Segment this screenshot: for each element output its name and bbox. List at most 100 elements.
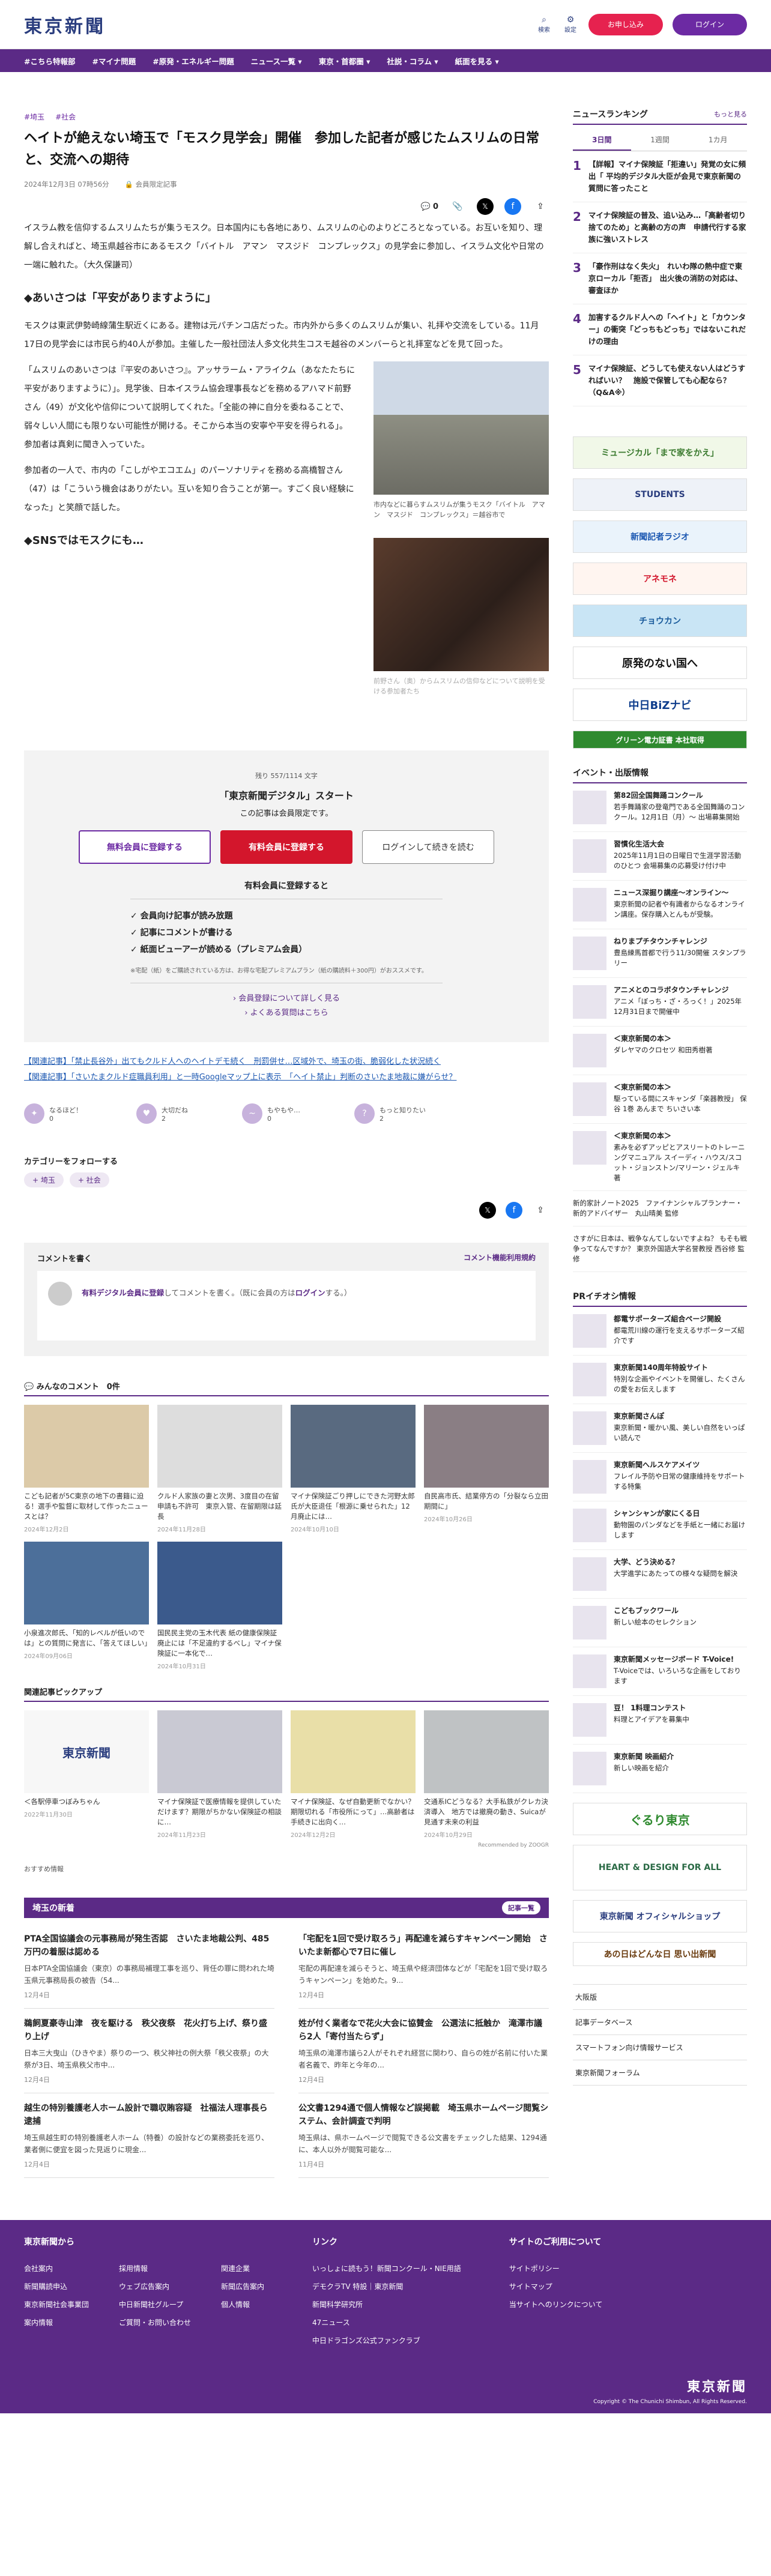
news-item[interactable]: 公文書1294通で個人情報など誤掲載 埼玉県ホームページ閲覧システム、会計調査で… xyxy=(298,2093,549,2178)
register-link[interactable]: 有料デジタル会員に登録 xyxy=(82,1288,164,1297)
paid-register-button[interactable]: 有料会員に登録する xyxy=(220,830,352,864)
footer-link[interactable]: 案内情報 xyxy=(24,2314,89,2332)
event-item[interactable]: ニュース深掘り講座～オンライン～ 東京新聞の記者や有識者からなるオンライン講座。保… xyxy=(573,881,747,929)
nav-item[interactable]: #マイナ問題 xyxy=(92,55,136,67)
side-link[interactable]: 大阪版 xyxy=(573,1985,747,2010)
news-item[interactable]: 越生の特別養護老人ホーム設計で職収賄容疑 社福法人理事長ら逮捕 埼玉県越生町の特別… xyxy=(24,2093,274,2178)
reaction-button[interactable]: ✦ なるほど！ 0 xyxy=(24,1103,82,1124)
mosque-photo[interactable] xyxy=(373,361,549,495)
footer-link[interactable]: 東京新聞社会事業団 xyxy=(24,2296,89,2314)
facebook-share-icon[interactable]: f xyxy=(504,198,521,215)
pr-item[interactable]: 東京新聞 映画紹介 新しい映画を紹介 xyxy=(573,1745,747,1793)
footer-link[interactable]: 当サイトへのリンクについて xyxy=(509,2296,603,2314)
book-item[interactable]: 新的家計ノート2025 ファイナンシャルプランナー・新的アドバイザー 丸山晴美 … xyxy=(573,1191,747,1226)
nav-item[interactable]: #原発・エネルギー問題 xyxy=(153,55,234,67)
share-icon[interactable]: ⇪ xyxy=(532,1202,549,1219)
article-card[interactable]: クルド人家族の妻と次男、3度目の在留申請も不許可 東京入管、在留期限は延長 202… xyxy=(157,1405,282,1533)
footer-link[interactable]: ウェブ広告案内 xyxy=(119,2278,191,2296)
settings-button[interactable]: ⚙ 設定 xyxy=(562,15,579,34)
promo-banner[interactable]: 原発のない国へ xyxy=(573,647,747,679)
nav-item[interactable]: 社説・コラム ▾ xyxy=(387,55,438,67)
pickup-card[interactable]: 東京新聞 ＜各駅停車つぼみちゃん 2022年11月30日 xyxy=(24,1710,149,1839)
footer-link[interactable]: いっしょに読もう！新聞コンクール・NIE用語 xyxy=(312,2260,461,2278)
event-item[interactable]: ＜東京新聞の本＞ 駆っている間にスキャンダ「楽器教授」 保谷 1巻 あんまで ちい… xyxy=(573,1075,747,1124)
reaction-button[interactable]: ~ もやもや… 0 xyxy=(242,1103,300,1124)
event-item[interactable]: 第82回全国舞踊コンクール 若手舞踊家の登竜門である全国舞踊のコンクール。12月1… xyxy=(573,783,747,832)
share-icon[interactable]: ⇪ xyxy=(532,198,549,215)
ranking-item[interactable]: 2 マイナ保険証の普及、追い込み…「高齢者切り捨てのため」と高齢の方の声 申請代行… xyxy=(573,202,747,253)
promo-banner[interactable]: グリーン電力証書 本社取得 xyxy=(573,731,747,749)
promo-banner[interactable]: アネモネ xyxy=(573,563,747,595)
tab-1week[interactable]: 1週間 xyxy=(631,130,689,151)
promo-banner[interactable]: チョウカン xyxy=(573,605,747,637)
pr-item[interactable]: 都電サポーターズ組合ページ開設 都電荒川線の運行を支えるサポーターズ紹介です xyxy=(573,1307,747,1356)
pr-item[interactable]: 東京新聞140周年特設サイト 特別な企画やイベントを開催し、たくさんの愛をお伝えし… xyxy=(573,1356,747,1404)
pickup-card[interactable]: マイナ保険証で医療情報を提供していただけます？期限がちかない保険証の相談に… 20… xyxy=(157,1710,282,1839)
related-link[interactable]: 【関連記事】「禁止長谷外」出てもクルド人へのヘイトデモ続く 刑罰併せ…区域外で、… xyxy=(24,1057,441,1066)
pr-item[interactable]: 大学、どう決める？ 大学進学にあたっての様々な疑問を解決 xyxy=(573,1550,747,1599)
search-button[interactable]: ⌕ 検索 xyxy=(536,15,552,34)
footer-link[interactable]: 中日新聞社グループ xyxy=(119,2296,191,2314)
article-card[interactable]: 小泉進次郎氏、「知的レベルが低いのでは」との質問に発言に、「答えてほしい」 202… xyxy=(24,1542,151,1670)
book-item[interactable]: さすがに日本は、戦争なんてしないですよね？ もそも戦争ってなんですか？ 東京外国… xyxy=(573,1226,747,1272)
promo-banner[interactable]: STUDENTS xyxy=(573,478,747,511)
event-item[interactable]: ねりまプチタウンチャレンジ 豊島練馬首都で行う11/30開催 スタンプラリー xyxy=(573,929,747,978)
tag-link[interactable]: #埼玉 xyxy=(24,112,44,122)
side-link[interactable]: スマートフォン向け情報サービス xyxy=(573,2035,747,2060)
event-item[interactable]: ＜東京新聞の本＞ 素みを必ずアッピとアスリートのトレーニングマニュアル スイーディ… xyxy=(573,1124,747,1191)
promo-banner[interactable]: ぐるり東京 xyxy=(573,1803,747,1835)
footer-link[interactable]: 個人情報 xyxy=(221,2296,264,2314)
meeting-photo[interactable] xyxy=(373,538,549,671)
footer-link[interactable]: デモクラTV 特設｜東京新聞 xyxy=(312,2278,461,2296)
event-item[interactable]: ＜東京新聞の本＞ ダレヤマのクロセツ 和田秀樹著 xyxy=(573,1027,747,1075)
pr-item[interactable]: 豆！ 1料理コンテスト 料理とアイデアを募集中 xyxy=(573,1696,747,1745)
ranking-item[interactable]: 1 【詳報】マイナ保険証「拒違い」発覚の女に頻出「 平均的デジタル大臣が会見で東京… xyxy=(573,151,747,202)
footer-link[interactable]: 新聞科学研究所 xyxy=(312,2296,461,2314)
pickup-card[interactable]: 交通系ICどうなる？大手私鉄がクレカ決済導入 地方では撤廃の動き、Suicaが見… xyxy=(424,1710,549,1839)
nav-item[interactable]: ニュース一覧 ▾ xyxy=(251,55,302,67)
tab-1month[interactable]: 1カ月 xyxy=(689,130,747,151)
pr-item[interactable]: こどもブックワール 新しい絵本のセレクション xyxy=(573,1599,747,1647)
comment-input[interactable]: 有料デジタル会員に登録してコメントを書く。（既に会員の方はログインする。） xyxy=(37,1271,536,1341)
article-card[interactable]: 自民高市氏、結業停方の「分裂なら立田期間に」 2024年10月26日 xyxy=(424,1405,549,1533)
news-item[interactable]: 「宅配を1回で受け取ろう」再配達を減らすキャンペーン開始 さいたま新都心で7日に… xyxy=(298,1924,549,2009)
ranking-item[interactable]: 5 マイナ保険証、どうしても使えない人はどうすればいい？ 施設で保管しても心配なら… xyxy=(573,355,747,406)
footer-link[interactable]: ご質問・お問い合わせ xyxy=(119,2314,191,2332)
news-item[interactable]: 姓が付く業者なで花火大会に協賛金 公選法に抵触か 滝澤市議ら2人「寄付当たらず」… xyxy=(298,2009,549,2093)
pr-item[interactable]: 東京新聞へルスケアメイツ フレイル予防や日常の健康維持をサポートする特集 xyxy=(573,1453,747,1501)
promo-banner[interactable]: 新聞記者ラジオ xyxy=(573,520,747,553)
tab-3days[interactable]: 3日間 xyxy=(573,130,631,151)
nav-item[interactable]: 紙面を見る ▾ xyxy=(455,55,499,67)
member-info-link[interactable]: › 会員登録について詳しく見る xyxy=(233,994,340,1003)
login-button[interactable]: ログイン xyxy=(673,13,747,35)
article-card[interactable]: 国民民主党の玉木代表 紙の健康保険証廃止には「不足違約するべし」マイナ保険証に一… xyxy=(157,1542,282,1670)
pr-item[interactable]: 東京新聞さんぽ 東京新聞・暖かい風、美しい自然をいっぱい読んで xyxy=(573,1404,747,1453)
footer-link[interactable]: 新聞広告案内 xyxy=(221,2278,264,2296)
x-share-icon[interactable]: 𝕏 xyxy=(479,1202,496,1219)
reaction-button[interactable]: ? もっと知りたい 2 xyxy=(354,1103,426,1124)
promo-banner[interactable]: 中日BiZナビ xyxy=(573,689,747,721)
side-link[interactable]: 記事データベース xyxy=(573,2010,747,2035)
footer-logo[interactable]: 東京新聞 xyxy=(687,2376,747,2395)
footer-link[interactable]: 関連企業 xyxy=(221,2260,264,2278)
article-card[interactable]: マイナ保険証ごり押しにできた河野太郎氏が大臣退任「根源に乗せられた」12月廃止に… xyxy=(291,1405,416,1533)
free-register-button[interactable]: 無料会員に登録する xyxy=(79,830,211,864)
news-item[interactable]: PTA全国協議会の元事務局が発生否認 さいたま地裁公判、485万円の着服は認める… xyxy=(24,1924,274,2009)
article-card[interactable]: こども記者が5C東京の地下の書籍に迫る！選手や監督に取材して作ったニュースとは？… xyxy=(24,1405,149,1533)
footer-link[interactable]: サイトポリシー xyxy=(509,2260,603,2278)
footer-link[interactable]: 中日ドラゴンズ公式ファンクラブ xyxy=(312,2332,461,2350)
site-logo[interactable]: 東京新聞 xyxy=(24,11,106,38)
related-link[interactable]: 【関連記事】「さいたまクルド症職員利用」と一時Googleマップ上に表示 「ヘイ… xyxy=(24,1073,456,1082)
nav-item[interactable]: 東京・首都圏 ▾ xyxy=(319,55,370,67)
side-link[interactable]: 東京新聞フォーラム xyxy=(573,2060,747,2086)
tag-link[interactable]: #社会 xyxy=(55,112,76,122)
follow-tag[interactable]: + 社会 xyxy=(69,1172,109,1187)
pr-item[interactable]: シャンシャンが家にくる日 動物園のパンダなどを手紙と一緒にお届けします xyxy=(573,1501,747,1550)
footer-link[interactable]: 47ニュース xyxy=(312,2314,461,2332)
event-item[interactable]: 習慣化生活大会 2025年11月1日の日曜日で生涯学習活動のひとつ 会場募集の応募… xyxy=(573,832,747,881)
promo-banner[interactable]: あの日はどんな日 思い出新聞 xyxy=(573,1942,747,1966)
footer-link[interactable]: 採用情報 xyxy=(119,2260,191,2278)
more-link[interactable]: 記事一覧 xyxy=(502,1901,540,1914)
nav-item[interactable]: #こちら特報部 xyxy=(24,55,75,67)
footer-link[interactable]: 新聞購読申込 xyxy=(24,2278,89,2296)
